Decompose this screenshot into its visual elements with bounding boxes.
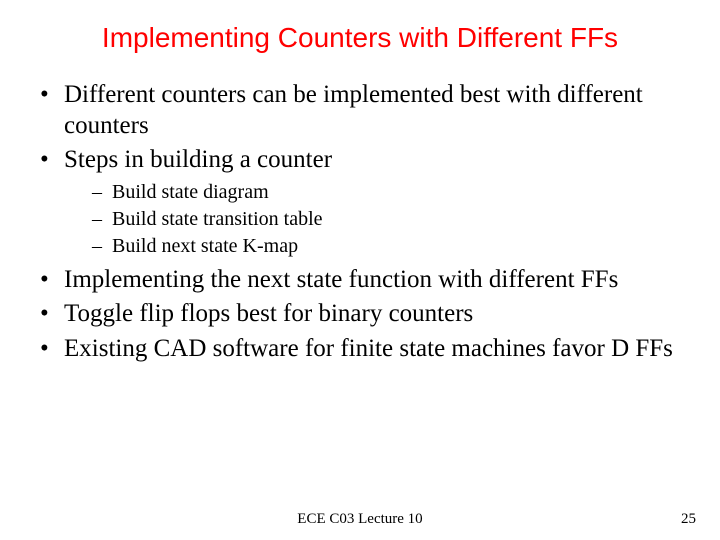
slide-body: Different counters can be implemented be… <box>36 80 684 368</box>
bullet-text: Steps in building a counter <box>64 146 332 173</box>
bullet-list: Different counters can be implemented be… <box>36 80 684 364</box>
bullet-item: Existing CAD software for finite state m… <box>36 334 684 365</box>
slide: Implementing Counters with Different FFs… <box>0 0 720 540</box>
sub-bullet-item: Build state diagram <box>92 180 684 205</box>
slide-title: Implementing Counters with Different FFs <box>0 22 720 54</box>
bullet-item: Different counters can be implemented be… <box>36 80 684 141</box>
bullet-item: Toggle flip flops best for binary counte… <box>36 299 684 330</box>
sub-bullet-list: Build state diagram Build state transiti… <box>64 180 684 259</box>
page-number: 25 <box>681 511 696 528</box>
sub-bullet-item: Build state transition table <box>92 207 684 232</box>
footer-center: ECE C03 Lecture 10 <box>0 511 720 528</box>
bullet-item: Implementing the next state function wit… <box>36 265 684 296</box>
bullet-item: Steps in building a counter Build state … <box>36 145 684 259</box>
sub-bullet-item: Build next state K-map <box>92 234 684 259</box>
